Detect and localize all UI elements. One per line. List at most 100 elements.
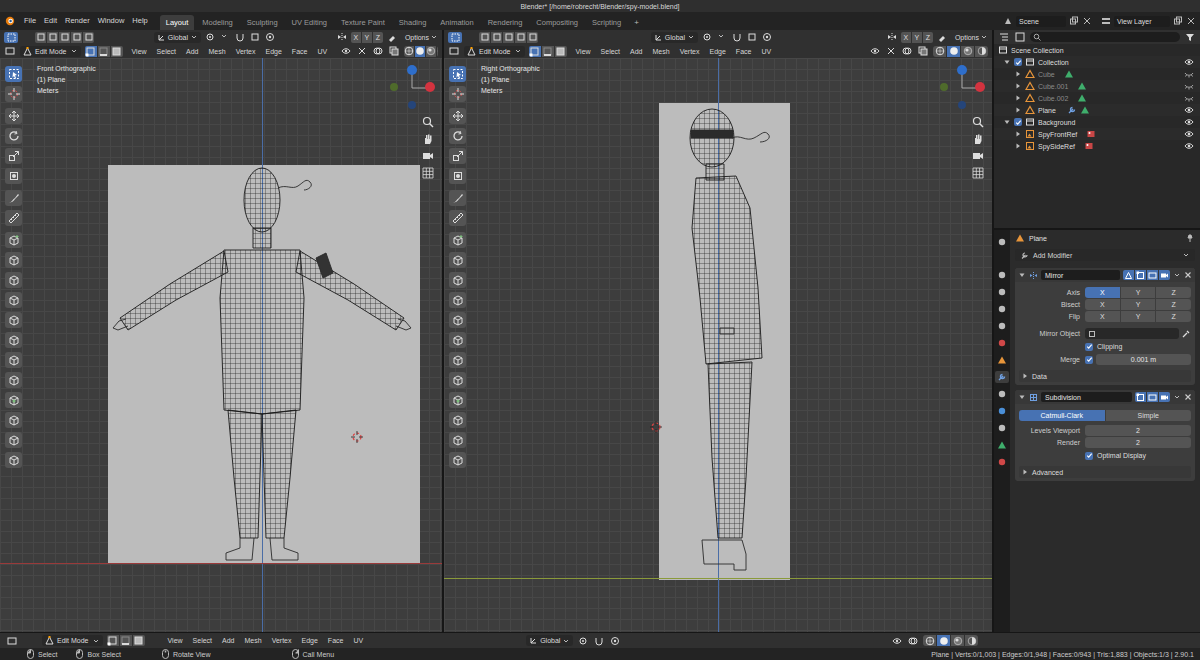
header-menu[interactable]: Add: [625, 48, 647, 55]
options-dropdown[interactable]: Options: [405, 33, 438, 41]
snap-target-button[interactable]: [249, 32, 261, 43]
close-icon[interactable]: [1082, 16, 1092, 26]
scene-field[interactable]: Scene: [1016, 16, 1066, 27]
select-mode-button[interactable]: [529, 46, 541, 57]
pan-hand-icon[interactable]: [972, 133, 984, 145]
remove-icon[interactable]: [1184, 271, 1192, 279]
outliner-row[interactable]: Background: [994, 116, 1200, 128]
property-tab[interactable]: [995, 456, 1009, 468]
zoom-icon[interactable]: [422, 116, 434, 128]
outliner-row[interactable]: SpyFrontRef: [994, 128, 1200, 140]
property-tab[interactable]: [995, 354, 1009, 366]
pivot-button[interactable]: [701, 32, 713, 43]
expand-arrow-icon[interactable]: [1014, 70, 1022, 78]
tool-button[interactable]: [449, 392, 466, 408]
box-mode-button[interactable]: [527, 32, 538, 43]
viewport-canvas[interactable]: Right Orthographic(1) PlaneMeters: [444, 58, 992, 632]
modifier-toggle[interactable]: [1135, 392, 1146, 402]
menu-item[interactable]: Help: [128, 17, 151, 25]
tool-button[interactable]: [449, 292, 466, 308]
workspace-tab[interactable]: Texture Paint: [335, 15, 391, 30]
tool-button[interactable]: [5, 412, 22, 428]
shading-button[interactable]: [933, 46, 946, 57]
chevron-button[interactable]: [219, 32, 231, 43]
number-field[interactable]: 2: [1085, 437, 1191, 448]
tool-button[interactable]: [5, 128, 22, 144]
eye-icon[interactable]: [1184, 141, 1194, 151]
tool-button[interactable]: [5, 252, 22, 268]
tool-button[interactable]: [449, 252, 466, 268]
active-tool-button[interactable]: [4, 32, 18, 43]
select-mode-button[interactable]: [542, 46, 554, 57]
checkbox[interactable]: [1085, 356, 1093, 364]
shading-button[interactable]: [937, 635, 950, 646]
workspace-tab[interactable]: Scripting: [586, 15, 627, 30]
visibility-button[interactable]: [340, 46, 352, 57]
workspace-tab[interactable]: Layout: [160, 15, 195, 30]
header-menu[interactable]: View: [127, 48, 152, 55]
pan-hand-icon[interactable]: [422, 133, 434, 145]
header-menu[interactable]: Vertex: [267, 637, 297, 644]
checkbox[interactable]: [1085, 343, 1093, 351]
camera-icon[interactable]: [422, 150, 434, 162]
remove-icon[interactable]: [1184, 393, 1192, 401]
copy-icon[interactable]: [1173, 16, 1183, 26]
3d-cursor-icon[interactable]: [650, 421, 662, 433]
expand-arrow-icon[interactable]: [1014, 94, 1022, 102]
tool-button[interactable]: [449, 210, 466, 226]
header-menu[interactable]: View: [163, 637, 188, 644]
visibility-button[interactable]: [869, 46, 881, 57]
property-tab[interactable]: [995, 405, 1009, 417]
tool-button[interactable]: [449, 412, 466, 428]
chevron-button[interactable]: [716, 32, 728, 43]
tool-button[interactable]: [5, 148, 22, 164]
property-tab[interactable]: [995, 236, 1009, 248]
mirror-axis-button[interactable]: Y: [912, 32, 922, 43]
outliner-row[interactable]: Cube.001: [994, 80, 1200, 92]
header-menu[interactable]: Add: [217, 637, 239, 644]
pivot-button[interactable]: [577, 635, 589, 646]
tool-button[interactable]: [5, 168, 22, 184]
mirror-axis-button[interactable]: Z: [373, 32, 383, 43]
box-mode-button[interactable]: [71, 32, 82, 43]
mode-dropdown[interactable]: Edit Mode: [464, 46, 525, 57]
mirror-axis-button[interactable]: X: [901, 32, 911, 43]
mirror-button[interactable]: [886, 32, 898, 43]
tool-button[interactable]: [5, 452, 22, 468]
tool-button[interactable]: [449, 190, 466, 206]
property-tab[interactable]: [995, 422, 1009, 434]
zoom-icon[interactable]: [972, 116, 984, 128]
overlay-button[interactable]: [907, 635, 919, 646]
shading-button[interactable]: [947, 46, 960, 57]
shading-button[interactable]: [951, 635, 964, 646]
box-mode-button[interactable]: [83, 32, 94, 43]
tool-button[interactable]: [449, 372, 466, 388]
3d-cursor-icon[interactable]: [351, 431, 363, 443]
box-mode-button[interactable]: [491, 32, 502, 43]
axis-toggle[interactable]: Z: [1156, 287, 1191, 298]
tool-button[interactable]: [5, 86, 22, 102]
box-mode-button[interactable]: [59, 32, 70, 43]
modifier-toggle[interactable]: [1147, 392, 1158, 402]
active-tool-button[interactable]: [448, 32, 462, 43]
editor-type-button[interactable]: [448, 46, 460, 57]
visibility-button[interactable]: [891, 635, 903, 646]
tool-button[interactable]: [449, 86, 466, 102]
axis-toggle[interactable]: X: [1085, 311, 1120, 322]
xray-button[interactable]: [388, 46, 400, 57]
snap-target-button[interactable]: [746, 32, 758, 43]
view-layer-field[interactable]: View Layer: [1114, 16, 1170, 27]
box-mode-button[interactable]: [503, 32, 514, 43]
workspace-tab[interactable]: Animation: [434, 15, 479, 30]
workspace-tab[interactable]: UV Editing: [286, 15, 333, 30]
subpanel-header[interactable]: Advanced: [1019, 466, 1191, 478]
gizmo-button[interactable]: [356, 46, 368, 57]
box-mode-button[interactable]: [479, 32, 490, 43]
property-tab[interactable]: [995, 388, 1009, 400]
mesh-wireframe[interactable]: [444, 58, 992, 632]
tool-button[interactable]: [449, 332, 466, 348]
mirror-button[interactable]: [336, 32, 348, 43]
tool-button[interactable]: [449, 108, 466, 124]
box-mode-button[interactable]: [515, 32, 526, 43]
add-modifier-dropdown[interactable]: Add Modifier: [1015, 249, 1195, 261]
